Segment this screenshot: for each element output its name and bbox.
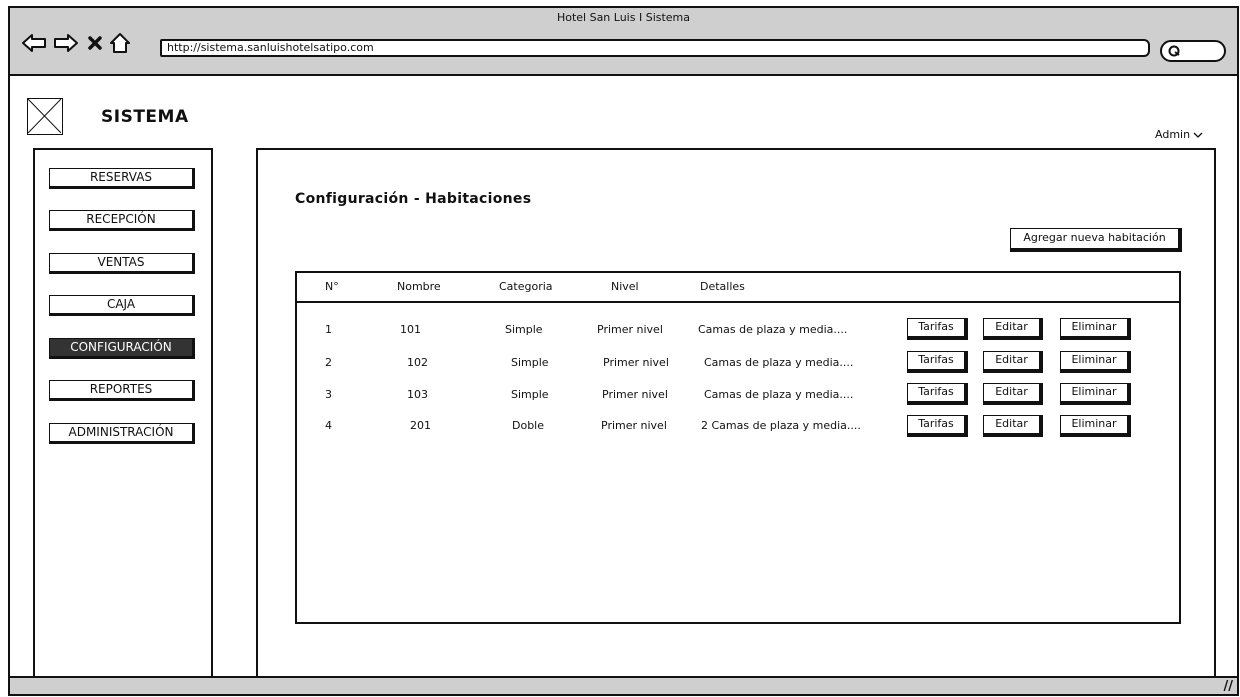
sidebar-item-reservas[interactable]: RESERVAS bbox=[49, 168, 195, 189]
browser-search[interactable] bbox=[1160, 40, 1226, 62]
row-number: 4 bbox=[325, 419, 332, 432]
row-name: 102 bbox=[407, 356, 428, 369]
rates-button[interactable]: Tarifas bbox=[907, 351, 968, 373]
row-level: Primer nivel bbox=[601, 419, 667, 432]
row-details: Camas de plaza y media.... bbox=[704, 388, 854, 401]
search-icon bbox=[1168, 45, 1180, 57]
sidebar-item-administracion[interactable]: ADMINISTRACIÓN bbox=[49, 423, 195, 444]
row-category: Simple bbox=[511, 356, 549, 369]
rates-button[interactable]: Tarifas bbox=[907, 415, 968, 437]
row-level: Primer nivel bbox=[602, 388, 668, 401]
delete-button[interactable]: Eliminar bbox=[1060, 351, 1131, 373]
image-placeholder-icon bbox=[27, 98, 62, 134]
row-category: Simple bbox=[505, 323, 543, 336]
row-name: 201 bbox=[410, 419, 431, 432]
rates-button[interactable]: Tarifas bbox=[907, 383, 968, 405]
address-bar[interactable]: http://sistema.sanluishotelsatipo.com bbox=[160, 39, 1150, 57]
chevron-down-icon bbox=[1193, 132, 1203, 138]
user-menu-label: Admin bbox=[1155, 128, 1191, 141]
sidebar-item-caja[interactable]: CAJA bbox=[49, 295, 195, 316]
status-bar: // bbox=[10, 676, 1237, 694]
close-icon[interactable] bbox=[84, 30, 106, 56]
edit-button[interactable]: Editar bbox=[983, 383, 1043, 405]
browser-toolbar: Hotel San Luis I Sistema http://sistema.… bbox=[10, 8, 1237, 76]
home-icon[interactable] bbox=[108, 30, 132, 56]
edit-button[interactable]: Editar bbox=[983, 415, 1043, 437]
add-room-button[interactable]: Agregar nueva habitación bbox=[1010, 228, 1182, 252]
delete-button[interactable]: Eliminar bbox=[1060, 318, 1131, 340]
back-arrow-icon[interactable] bbox=[20, 30, 48, 56]
column-header-level: Nivel bbox=[611, 280, 639, 293]
row-number: 3 bbox=[325, 388, 332, 401]
row-details: Camas de plaza y media.... bbox=[704, 356, 854, 369]
delete-button[interactable]: Eliminar bbox=[1060, 415, 1131, 437]
sidebar: RESERVAS RECEPCIÓN VENTAS CAJA CONFIGURA… bbox=[33, 148, 213, 685]
logo bbox=[27, 98, 63, 135]
forward-arrow-icon[interactable] bbox=[52, 30, 80, 56]
resize-grip-icon[interactable]: // bbox=[1224, 679, 1234, 694]
row-category: Doble bbox=[512, 419, 545, 432]
rooms-table: N° Nombre Categoria Nivel Detalles 1 101… bbox=[295, 271, 1181, 624]
app-title: SISTEMA bbox=[101, 107, 189, 127]
delete-button[interactable]: Eliminar bbox=[1060, 383, 1131, 405]
column-header-category: Categoria bbox=[499, 280, 553, 293]
row-number: 2 bbox=[325, 356, 332, 369]
table-header: N° Nombre Categoria Nivel Detalles bbox=[297, 273, 1179, 303]
row-level: Primer nivel bbox=[597, 323, 663, 336]
main-content: Configuración - Habitaciones Agregar nue… bbox=[256, 148, 1216, 685]
row-category: Simple bbox=[511, 388, 549, 401]
column-header-name: Nombre bbox=[397, 280, 441, 293]
row-level: Primer nivel bbox=[603, 356, 669, 369]
page-title: Configuración - Habitaciones bbox=[295, 191, 532, 207]
row-name: 101 bbox=[400, 323, 421, 336]
column-header-number: N° bbox=[325, 280, 339, 293]
row-details: Camas de plaza y media.... bbox=[698, 323, 848, 336]
row-details: 2 Camas de plaza y media.... bbox=[701, 419, 861, 432]
user-menu[interactable]: Admin bbox=[1155, 128, 1203, 141]
sidebar-item-ventas[interactable]: VENTAS bbox=[49, 253, 195, 274]
rates-button[interactable]: Tarifas bbox=[907, 318, 968, 340]
sidebar-item-reportes[interactable]: REPORTES bbox=[49, 380, 195, 401]
row-number: 1 bbox=[325, 323, 332, 336]
edit-button[interactable]: Editar bbox=[983, 318, 1043, 340]
window-title: Hotel San Luis I Sistema bbox=[556, 11, 691, 24]
edit-button[interactable]: Editar bbox=[983, 351, 1043, 373]
row-name: 103 bbox=[407, 388, 428, 401]
browser-window: Hotel San Luis I Sistema http://sistema.… bbox=[8, 6, 1239, 696]
column-header-details: Detalles bbox=[700, 280, 745, 293]
sidebar-item-recepcion[interactable]: RECEPCIÓN bbox=[49, 210, 195, 231]
sidebar-item-configuracion[interactable]: CONFIGURACIÓN bbox=[49, 338, 195, 359]
